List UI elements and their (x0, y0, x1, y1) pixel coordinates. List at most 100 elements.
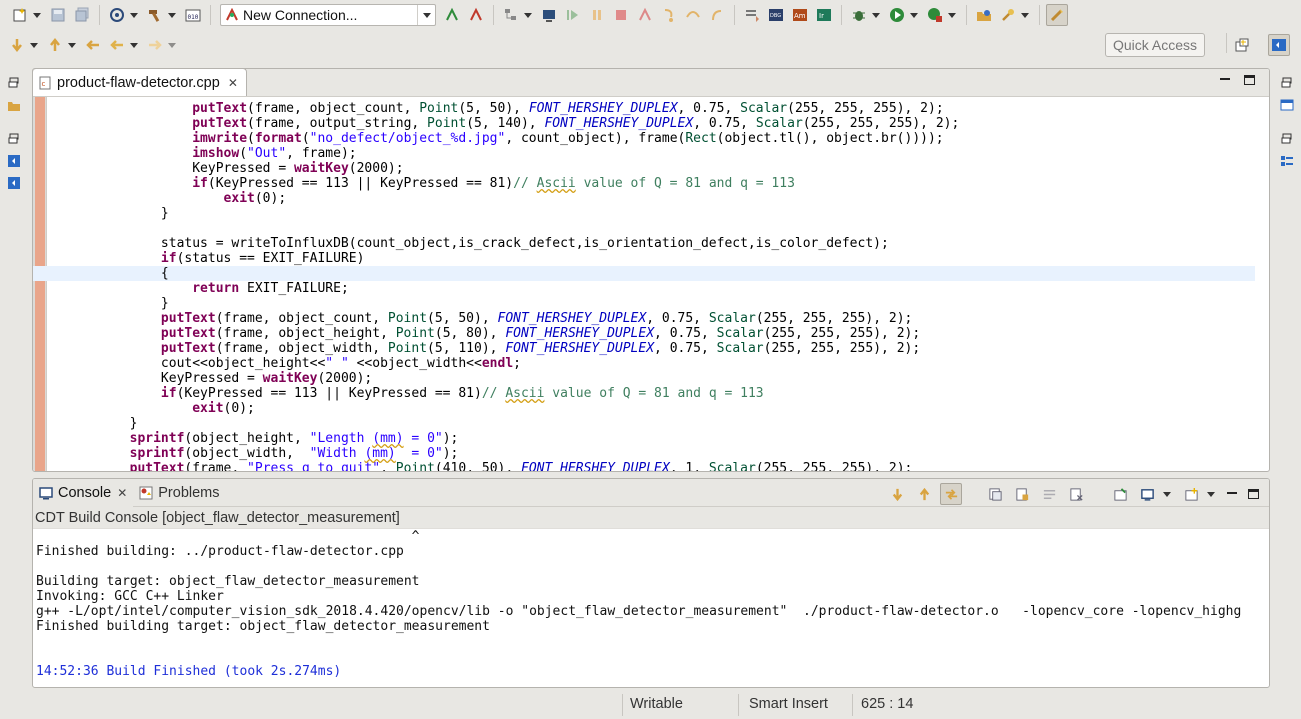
open-type-icon[interactable] (973, 4, 995, 26)
external-tools-icon[interactable] (924, 4, 946, 26)
code-line[interactable]: putText(frame, "Press q to quit", Point(… (67, 461, 1255, 471)
pin-console-icon[interactable] (1109, 483, 1131, 505)
new-dropdown[interactable] (32, 4, 42, 26)
restore-icon[interactable] (1278, 74, 1296, 92)
step-over-icon[interactable] (682, 4, 704, 26)
maximize-icon[interactable] (1248, 489, 1259, 499)
display-console-icon[interactable] (1136, 483, 1158, 505)
toggle-mark-occurrences-icon[interactable] (1046, 4, 1068, 26)
clear-console-icon[interactable] (1065, 483, 1087, 505)
open-console-dropdown[interactable] (1206, 483, 1216, 505)
code-line[interactable]: imwrite(format("no_defect/object_%d.jpg"… (67, 131, 1255, 146)
external-tools-dropdown[interactable] (947, 4, 957, 26)
close-icon[interactable]: ✕ (117, 486, 127, 500)
hierarchy-icon[interactable] (500, 4, 522, 26)
code-line[interactable]: return EXIT_FAILURE; (67, 281, 1255, 296)
connection-select[interactable]: New Connection... (220, 4, 436, 26)
copy-build-log-icon[interactable] (984, 483, 1006, 505)
code-line[interactable]: } (67, 416, 1255, 431)
search-dropdown[interactable] (1020, 4, 1030, 26)
restore-icon[interactable] (5, 74, 23, 92)
new-icon[interactable] (9, 4, 31, 26)
task-list-icon[interactable] (1278, 152, 1296, 170)
search-icon[interactable] (997, 4, 1019, 26)
back-icon[interactable] (106, 34, 128, 56)
code-area[interactable]: putText(frame, object_count, Point(5, 50… (33, 97, 1269, 471)
minimize-icon[interactable] (1220, 75, 1230, 85)
code-line[interactable]: putText(frame, object_width, Point(5, 11… (67, 341, 1255, 356)
console-output[interactable]: ^ Finished building: ../product-flaw-dete… (36, 529, 1269, 679)
terminal-icon[interactable] (538, 4, 560, 26)
minimize-icon[interactable] (1227, 489, 1237, 499)
previous-annotation-icon[interactable] (44, 34, 66, 56)
code-line[interactable] (67, 221, 1255, 236)
scroll-lock-icon[interactable] (1011, 483, 1033, 505)
previous-error-icon[interactable] (913, 483, 935, 505)
save-icon[interactable] (47, 4, 69, 26)
build-hammer-icon[interactable] (144, 4, 166, 26)
disconnect-debug-icon[interactable] (634, 4, 656, 26)
debug-dropdown[interactable] (871, 4, 881, 26)
disconnect-icon[interactable] (465, 4, 487, 26)
status-insert-mode[interactable]: Smart Insert (749, 696, 828, 712)
save-all-icon[interactable] (71, 4, 93, 26)
quick-access-input[interactable]: Quick Access (1105, 33, 1205, 57)
instruction-stepping-icon[interactable] (741, 4, 763, 26)
manage-build-config-icon[interactable] (106, 4, 128, 26)
forward-dropdown[interactable] (167, 34, 177, 56)
tab-console[interactable]: Console ✕ (33, 479, 134, 507)
run-dropdown[interactable] (909, 4, 919, 26)
step-into-icon[interactable] (658, 4, 680, 26)
code-line[interactable]: imshow("Out", frame); (67, 146, 1255, 161)
build-config-dropdown[interactable] (129, 4, 139, 26)
link-with-editor-icon[interactable] (940, 483, 962, 505)
code-line[interactable]: if(KeyPressed == 113 || KeyPressed == 81… (67, 176, 1255, 191)
chevron-down-icon[interactable] (417, 5, 435, 25)
source-code[interactable]: putText(frame, object_count, Point(5, 50… (33, 101, 1255, 471)
asm-icon[interactable]: Am (789, 4, 811, 26)
back-dropdown[interactable] (129, 34, 139, 56)
display-console-dropdown[interactable] (1162, 483, 1172, 505)
code-line[interactable]: sprintf(object_height, "Length (mm) = 0"… (67, 431, 1255, 446)
code-line[interactable]: putText(frame, object_count, Point(5, 50… (67, 101, 1255, 116)
restore-icon[interactable] (1278, 130, 1296, 148)
code-line[interactable]: } (67, 206, 1255, 221)
resume-icon[interactable] (562, 4, 584, 26)
build-dropdown[interactable] (167, 4, 177, 26)
debug-view-icon[interactable] (5, 174, 23, 192)
code-line[interactable]: } (67, 296, 1255, 311)
code-line[interactable]: sprintf(object_width, "Width (mm) = 0"); (67, 446, 1255, 461)
code-line[interactable]: KeyPressed = waitKey(2000); (67, 161, 1255, 176)
step-return-icon[interactable] (706, 4, 728, 26)
code-line[interactable]: putText(frame, object_count, Point(5, 50… (67, 311, 1255, 326)
next-annotation-icon[interactable] (6, 34, 28, 56)
maximize-icon[interactable] (1244, 75, 1255, 85)
code-line[interactable]: exit(0); (67, 191, 1255, 206)
code-line-current[interactable]: { (33, 266, 1255, 281)
tab-product-flaw-detector[interactable]: c product-flaw-detector.cpp ✕ (33, 69, 247, 96)
code-line[interactable]: status = writeToInfluxDB(count_object,is… (67, 236, 1255, 251)
binary-icon[interactable]: 010 (182, 4, 204, 26)
intel-icon[interactable]: Ir (813, 4, 835, 26)
debug-view-icon[interactable] (5, 152, 23, 170)
code-line[interactable]: cout<<object_height<<" " <<object_width<… (67, 356, 1255, 371)
project-explorer-icon[interactable] (5, 96, 23, 114)
connect-icon[interactable] (441, 4, 463, 26)
cpp-perspective-icon[interactable] (1268, 34, 1290, 56)
debug-dbg-icon[interactable]: DBG (765, 4, 787, 26)
next-annotation-dropdown[interactable] (29, 34, 39, 56)
code-line[interactable]: KeyPressed = waitKey(2000); (67, 371, 1255, 386)
code-line[interactable]: exit(0); (67, 401, 1255, 416)
hierarchy-dropdown[interactable] (523, 4, 533, 26)
code-line[interactable]: if(KeyPressed == 113 || KeyPressed == 81… (67, 386, 1255, 401)
word-wrap-icon[interactable] (1038, 483, 1060, 505)
previous-annotation-dropdown[interactable] (67, 34, 77, 56)
open-perspective-icon[interactable] (1231, 34, 1253, 56)
tab-problems[interactable]: Problems (133, 479, 225, 507)
outline-icon[interactable] (1278, 96, 1296, 114)
open-console-icon[interactable] (1180, 483, 1202, 505)
restore-icon[interactable] (5, 130, 23, 148)
debug-bug-icon[interactable] (848, 4, 870, 26)
last-edit-location-icon[interactable] (82, 34, 104, 56)
next-error-icon[interactable] (886, 483, 908, 505)
